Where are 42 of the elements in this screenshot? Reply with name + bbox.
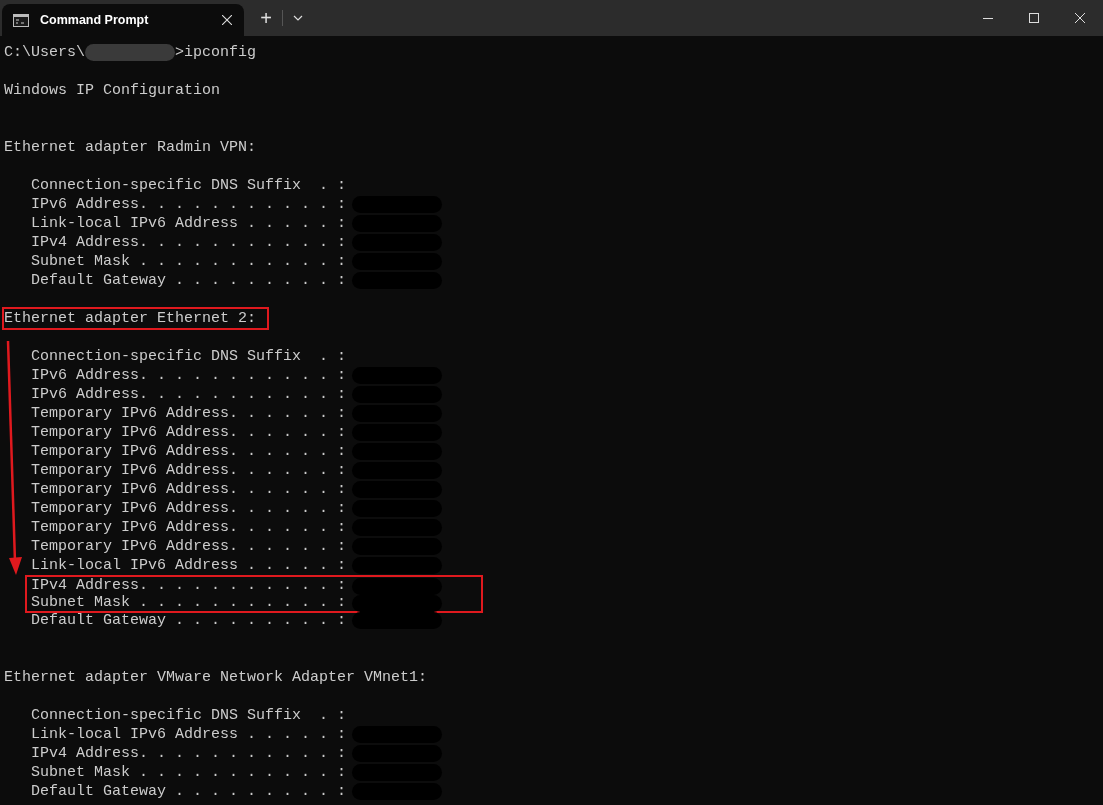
output-line: Temporary IPv6 Address. . . . . . : <box>31 404 347 423</box>
output-line: Connection-specific DNS Suffix . : <box>31 176 347 195</box>
heading-line: Windows IP Configuration <box>4 81 221 100</box>
output-line: Temporary IPv6 Address. . . . . . : <box>31 537 347 556</box>
tab-title: Command Prompt <box>40 11 150 29</box>
output-line: IPv6 Address. . . . . . . . . . . : <box>31 385 347 404</box>
heading-line: Ethernet adapter VMware Network Adapter VMnet1: <box>4 668 428 687</box>
heading-line: Ethernet adapter Radmin VPN: <box>4 138 257 157</box>
maximize-icon <box>1029 13 1039 23</box>
heading-line: Subnet Mask . . . . . . . . . . . : <box>31 594 347 611</box>
command-text: >ipconfig <box>175 43 257 62</box>
heading-line: IPv4 Address. . . . . . . . . . . : <box>31 577 347 594</box>
new-tab-button[interactable]: + <box>254 7 278 29</box>
output-line: Default Gateway . . . . . . . . . : <box>31 271 347 290</box>
terminal-icon <box>13 13 29 27</box>
output-line: Default Gateway . . . . . . . . . : <box>31 611 347 630</box>
output-line: Link-local IPv6 Address . . . . . : <box>31 556 347 575</box>
prompt-path: C:\Users\ <box>4 43 85 62</box>
output-line: Connection-specific DNS Suffix . : <box>31 347 347 366</box>
heading-line: Ethernet adapter Ethernet 2: <box>4 309 257 328</box>
output-line: Subnet Mask . . . . . . . . . . . : <box>31 763 347 782</box>
output-line: Link-local IPv6 Address . . . . . : <box>31 725 347 744</box>
output-line: Temporary IPv6 Address. . . . . . : <box>31 423 347 442</box>
output-line: Temporary IPv6 Address. . . . . . : <box>31 480 347 499</box>
minimize-icon <box>983 17 993 19</box>
close-icon <box>1075 13 1085 23</box>
output-line: Connection-specific DNS Suffix . : <box>31 706 347 725</box>
output-line: IPv4 Address. . . . . . . . . . . : <box>31 744 347 763</box>
close-icon <box>222 15 232 25</box>
output-line: Temporary IPv6 Address. . . . . . : <box>31 518 347 537</box>
output-line: Temporary IPv6 Address. . . . . . : <box>31 499 347 518</box>
output-line: Temporary IPv6 Address. . . . . . : <box>31 442 347 461</box>
output-line: IPv6 Address. . . . . . . . . . . : <box>31 366 347 385</box>
output-line: Link-local IPv6 Address . . . . . : <box>31 214 347 233</box>
tab[interactable]: Command Prompt <box>2 4 244 36</box>
output-line: Temporary IPv6 Address. . . . . . : <box>31 461 347 480</box>
output-line: Default Gateway . . . . . . . . . : <box>31 782 347 801</box>
tab-close-button[interactable] <box>220 13 234 27</box>
output-line: IPv4 Address. . . . . . . . . . . : <box>31 233 347 252</box>
chevron-down-icon <box>293 15 303 21</box>
output-line: Subnet Mask . . . . . . . . . . . : <box>31 252 347 271</box>
output-line: IPv6 Address. . . . . . . . . . . : <box>31 195 347 214</box>
